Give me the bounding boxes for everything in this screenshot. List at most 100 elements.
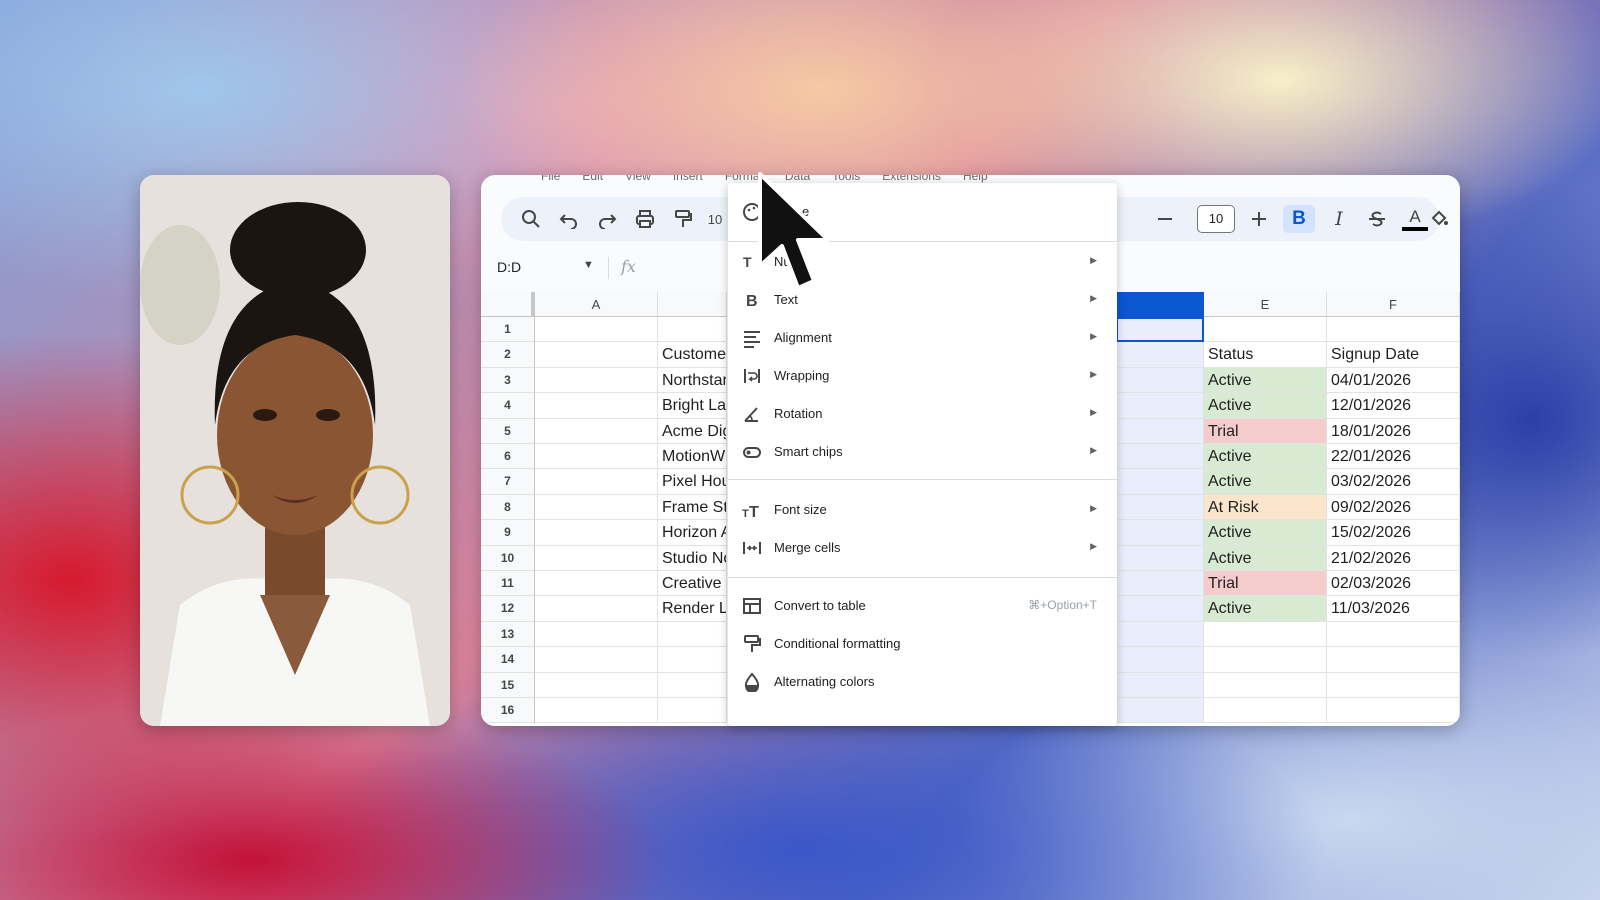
row-header[interactable]: 15 — [481, 672, 535, 698]
table-cell[interactable] — [535, 317, 658, 343]
table-cell[interactable] — [535, 469, 658, 495]
redo-icon[interactable] — [593, 205, 621, 233]
menu-item-alignment[interactable]: Alignment ▶ — [728, 319, 1117, 357]
search-icon[interactable] — [517, 205, 545, 233]
table-cell[interactable] — [535, 596, 658, 622]
table-cell[interactable]: 02/03/2026 — [1327, 571, 1460, 597]
fill-color-icon[interactable] — [1425, 205, 1453, 233]
table-cell[interactable] — [658, 317, 727, 343]
table-cell[interactable] — [1116, 367, 1204, 394]
table-cell[interactable]: 12/01/2026 — [1327, 393, 1460, 419]
table-cell[interactable] — [1116, 469, 1204, 495]
table-cell[interactable] — [535, 418, 658, 444]
table-cell[interactable]: Bright La — [658, 393, 727, 419]
column-header-d[interactable] — [1116, 292, 1204, 317]
italic-button[interactable]: I — [1325, 205, 1353, 233]
table-cell[interactable]: Horizon A — [658, 520, 727, 546]
row-header[interactable]: 4 — [481, 393, 535, 419]
table-cell[interactable]: Creative — [658, 571, 727, 597]
name-box[interactable]: D:D — [497, 259, 521, 275]
table-cell[interactable]: Northstar — [658, 367, 727, 394]
table-cell[interactable] — [1116, 520, 1204, 546]
table-cell[interactable] — [1204, 672, 1327, 698]
table-cell[interactable]: 04/01/2026 — [1327, 367, 1460, 394]
menu-item-wrapping[interactable]: Wrapping ▶ — [728, 357, 1117, 395]
table-cell[interactable] — [1116, 596, 1204, 622]
table-cell[interactable] — [535, 647, 658, 673]
table-cell[interactable]: 09/02/2026 — [1327, 494, 1460, 521]
table-cell[interactable]: Active — [1204, 393, 1327, 419]
table-cell[interactable]: Active — [1204, 444, 1327, 470]
menu-item-alternating-colors[interactable]: Alternating colors — [728, 663, 1117, 701]
table-cell[interactable]: Active — [1204, 469, 1327, 495]
table-cell[interactable]: Signup Date — [1327, 342, 1460, 368]
table-cell[interactable] — [1116, 698, 1204, 724]
table-cell[interactable]: Pixel Hou — [658, 469, 727, 495]
menu-item-convert-to-table[interactable]: Convert to table ⌘+Option+T — [728, 587, 1117, 625]
table-cell[interactable]: 22/01/2026 — [1327, 444, 1460, 470]
menu-edit[interactable]: Edit — [582, 175, 603, 185]
table-cell[interactable]: Custome — [658, 342, 727, 368]
table-cell[interactable] — [535, 494, 658, 521]
row-header[interactable]: 12 — [481, 596, 535, 622]
table-cell[interactable]: Frame St — [658, 494, 727, 521]
menu-item-smart-chips[interactable]: Smart chips ▶ — [728, 433, 1117, 471]
row-header[interactable]: 13 — [481, 621, 535, 648]
table-cell[interactable]: 18/01/2026 — [1327, 418, 1460, 444]
table-cell[interactable] — [658, 672, 727, 698]
row-header[interactable]: 16 — [481, 698, 535, 724]
table-cell[interactable]: Render L — [658, 596, 727, 622]
table-cell[interactable] — [1327, 621, 1460, 648]
row-header[interactable]: 1 — [481, 317, 535, 343]
table-cell[interactable] — [1116, 545, 1204, 571]
row-header[interactable]: 10 — [481, 545, 535, 571]
zoom-select[interactable]: 10 — [701, 205, 729, 233]
menu-item-merge-cells[interactable]: Merge cells ▶ — [728, 529, 1117, 567]
menu-item-rotation[interactable]: Rotation ▶ — [728, 395, 1117, 433]
undo-icon[interactable] — [555, 205, 583, 233]
table-cell[interactable]: Acme Dig — [658, 418, 727, 444]
column-header-a[interactable]: A — [535, 292, 658, 317]
menu-file[interactable]: File — [541, 175, 560, 185]
chevron-down-icon[interactable]: ▼ — [583, 259, 594, 271]
menu-view[interactable]: View — [625, 175, 651, 185]
print-icon[interactable] — [631, 205, 659, 233]
row-header[interactable]: 5 — [481, 418, 535, 444]
table-cell[interactable] — [535, 520, 658, 546]
menu-item-conditional-formatting[interactable]: Conditional formatting — [728, 625, 1117, 663]
row-header[interactable]: 8 — [481, 494, 535, 521]
table-cell[interactable] — [1116, 672, 1204, 698]
row-header[interactable]: 14 — [481, 647, 535, 673]
table-cell[interactable]: Active — [1204, 520, 1327, 546]
table-cell[interactable] — [1116, 444, 1204, 470]
table-cell[interactable] — [535, 571, 658, 597]
menu-item-font-size[interactable]: T T Font size ▶ — [728, 491, 1117, 529]
table-cell[interactable] — [1116, 418, 1204, 444]
table-cell[interactable]: 11/03/2026 — [1327, 596, 1460, 622]
table-cell[interactable] — [1116, 621, 1204, 648]
table-cell[interactable]: Trial — [1204, 571, 1327, 597]
increase-font-size-icon[interactable] — [1245, 205, 1273, 233]
column-header-e[interactable]: E — [1204, 292, 1327, 317]
column-header-b[interactable] — [658, 292, 727, 317]
menu-insert[interactable]: Insert — [673, 175, 703, 185]
table-cell[interactable] — [1327, 317, 1460, 343]
table-cell[interactable]: 21/02/2026 — [1327, 545, 1460, 571]
table-cell[interactable] — [1204, 621, 1327, 648]
table-cell[interactable]: Active — [1204, 545, 1327, 571]
table-cell[interactable] — [1116, 494, 1204, 521]
table-cell[interactable] — [658, 647, 727, 673]
table-cell[interactable] — [1204, 317, 1327, 343]
table-cell[interactable] — [1204, 647, 1327, 673]
paint-format-icon[interactable] — [669, 205, 697, 233]
bold-button[interactable]: B — [1283, 205, 1315, 233]
table-cell[interactable] — [535, 393, 658, 419]
row-header[interactable]: 9 — [481, 520, 535, 546]
table-cell[interactable] — [1116, 342, 1204, 368]
row-header[interactable]: 11 — [481, 571, 535, 597]
table-cell[interactable] — [535, 367, 658, 394]
table-cell[interactable] — [535, 545, 658, 571]
table-cell[interactable]: At Risk — [1204, 494, 1327, 521]
decrease-font-size-icon[interactable] — [1151, 205, 1179, 233]
table-cell[interactable] — [535, 444, 658, 470]
